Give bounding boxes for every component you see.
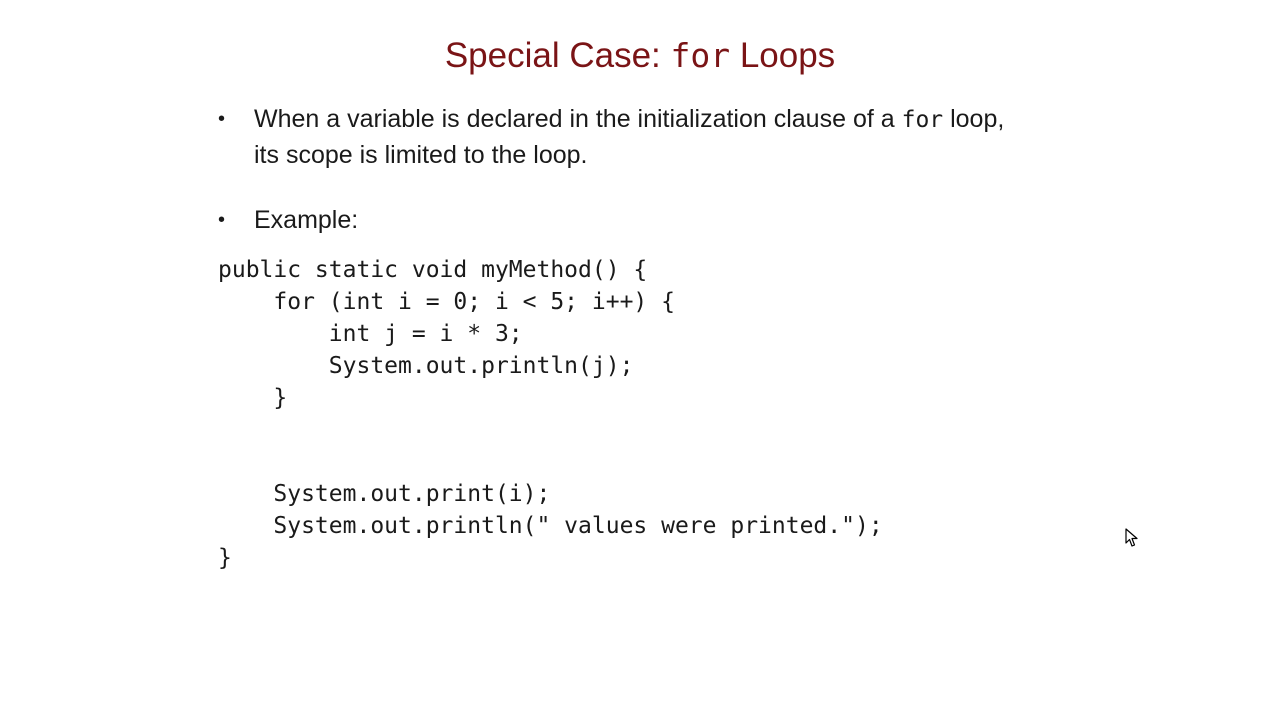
bullet-marker: • xyxy=(218,209,226,231)
bullet-marker: • xyxy=(218,108,226,130)
code-line: System.out.print(i); xyxy=(218,481,551,507)
title-code-keyword: for xyxy=(670,36,731,75)
bullet-text-part1: When a variable is declared in the initi… xyxy=(254,105,902,133)
code-line: int j = i * 3; xyxy=(218,321,523,347)
slide: Special Case: for Loops • When a variabl… xyxy=(0,0,1280,720)
code-block: public static void myMethod() { for (int… xyxy=(218,254,883,574)
code-line: } xyxy=(218,545,232,571)
bullet-text: When a variable is declared in the initi… xyxy=(254,102,1014,173)
code-line: } xyxy=(218,385,288,411)
slide-title: Special Case: for Loops xyxy=(0,34,1280,78)
title-prefix: Special Case: xyxy=(444,36,671,75)
title-suffix: Loops xyxy=(730,36,836,75)
code-line: for (int i = 0; i < 5; i++) { xyxy=(218,289,675,315)
mouse-pointer-icon xyxy=(1125,528,1138,547)
code-line: public static void myMethod() { xyxy=(218,257,648,283)
bullet-text: Example: xyxy=(254,206,359,234)
bullet-code-keyword: for xyxy=(901,107,944,133)
code-line: System.out.println(j); xyxy=(218,353,634,379)
code-line: System.out.println(" values were printed… xyxy=(218,513,883,539)
